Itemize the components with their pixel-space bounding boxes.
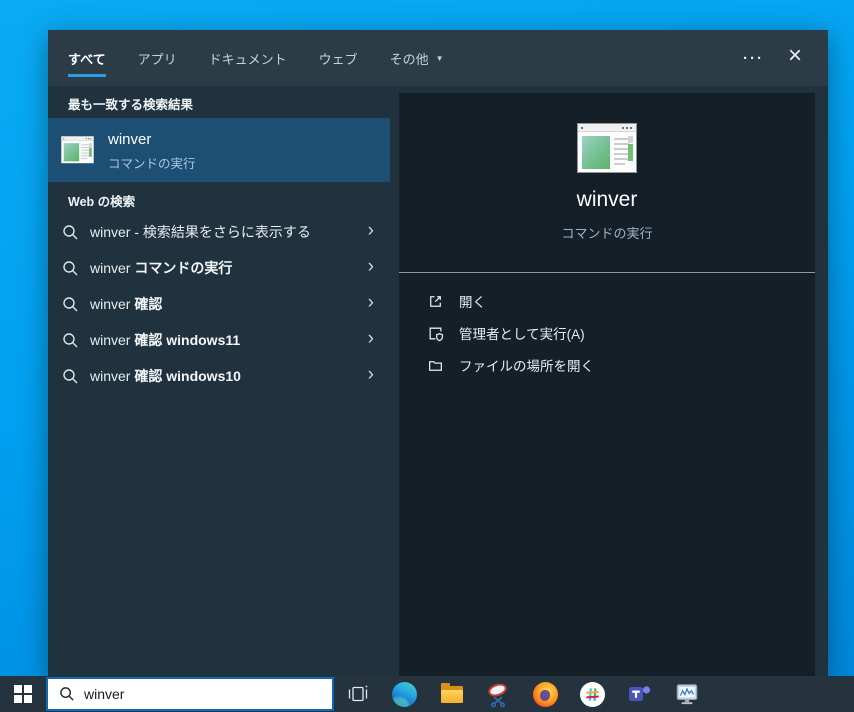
web-search-suggestions: winver - 検索結果をさらに表示する › winver コマンドの実行 ›… xyxy=(48,214,390,394)
chevron-right-icon[interactable]: › xyxy=(368,257,374,279)
search-icon xyxy=(63,296,78,311)
search-icon xyxy=(63,260,78,275)
preview-subtitle: コマンドの実行 xyxy=(561,226,653,241)
search-icon xyxy=(63,332,78,347)
tab-apps[interactable]: アプリ xyxy=(138,30,177,86)
suggestion-row[interactable]: winver 確認 windows11 › xyxy=(48,322,390,358)
snipping-tool-icon xyxy=(486,681,512,707)
tab-all-label: すべて xyxy=(68,51,106,67)
edge-icon xyxy=(392,681,417,707)
result-subtitle: コマンドの実行 xyxy=(108,157,196,171)
file-explorer-icon xyxy=(439,682,465,706)
desktop: すべて アプリ ドキュメント ウェブ その他 ▼ ··· × 最も一致する検索結… xyxy=(0,0,854,712)
preview-actions: 開く 管理者として実行(A) ファイルの場所を開く xyxy=(399,285,815,381)
suggestion-row[interactable]: winver コマンドの実行 › xyxy=(48,250,390,286)
teams-icon xyxy=(627,682,653,706)
tab-documents-label: ドキュメント xyxy=(208,51,287,67)
firefox-icon xyxy=(533,681,558,707)
start-button[interactable] xyxy=(0,676,46,712)
suggestion-text: winver 確認 windows10 xyxy=(90,368,241,384)
taskbar-search-input[interactable] xyxy=(84,686,304,702)
search-filter-tabs: すべて アプリ ドキュメント ウェブ その他 ▼ xyxy=(68,30,444,86)
taskbar xyxy=(0,676,854,712)
suggestion-row[interactable]: winver 確認 › xyxy=(48,286,390,322)
run-as-admin-icon xyxy=(429,327,444,341)
search-icon xyxy=(63,224,78,239)
task-manager-icon xyxy=(676,684,697,705)
taskbar-item-teams[interactable] xyxy=(616,676,663,712)
result-title: winver xyxy=(108,131,152,148)
action-run-as-admin[interactable]: 管理者として実行(A) xyxy=(399,317,815,349)
suggestion-text: winver - 検索結果をさらに表示する xyxy=(90,224,311,240)
open-icon xyxy=(430,295,441,307)
taskbar-search-box[interactable] xyxy=(46,677,334,711)
search-filter-bar: すべて アプリ ドキュメント ウェブ その他 ▼ ··· × xyxy=(48,30,828,86)
preview-pane: winver コマンドの実行 開く 管理者として実行(A) ファイルの場所を開く xyxy=(399,93,815,676)
taskbar-item-snipping-tool[interactable] xyxy=(475,676,522,712)
action-open-label: 開く xyxy=(459,295,486,310)
winver-app-icon-large xyxy=(577,123,637,173)
close-icon[interactable]: × xyxy=(786,44,804,72)
chevron-right-icon[interactable]: › xyxy=(368,329,374,351)
suggestion-row[interactable]: winver - 検索結果をさらに表示する › xyxy=(48,214,390,250)
task-view-icon xyxy=(348,685,367,702)
tab-apps-label: アプリ xyxy=(137,51,177,67)
taskbar-item-task-manager[interactable] xyxy=(663,676,710,712)
chevron-right-icon[interactable]: › xyxy=(368,365,374,387)
preview-title: winver xyxy=(576,188,638,211)
suggestion-text: winver 確認 xyxy=(90,296,163,312)
tab-more-label: その他 xyxy=(389,51,429,67)
chevron-right-icon[interactable]: › xyxy=(368,293,374,315)
taskbar-item-firefox[interactable] xyxy=(522,676,569,712)
tab-more[interactable]: その他 ▼ xyxy=(390,30,444,86)
tab-web[interactable]: ウェブ xyxy=(319,30,358,86)
taskbar-item-slack[interactable] xyxy=(569,676,616,712)
best-match-result-winver[interactable]: winver コマンドの実行 xyxy=(48,118,390,182)
best-match-section-title: 最も一致する検索結果 xyxy=(68,98,194,112)
suggestion-row[interactable]: winver 確認 windows10 › xyxy=(48,358,390,394)
tab-documents[interactable]: ドキュメント xyxy=(209,30,287,86)
action-open-file-location-label: ファイルの場所を開く xyxy=(459,359,594,374)
open-file-location-icon xyxy=(429,360,442,371)
search-icon xyxy=(63,368,78,383)
suggestion-text: winver 確認 windows11 xyxy=(90,332,241,348)
action-open[interactable]: 開く xyxy=(399,285,815,317)
slack-icon xyxy=(580,681,605,707)
action-open-file-location[interactable]: ファイルの場所を開く xyxy=(399,349,815,381)
more-options-icon[interactable]: ··· xyxy=(741,47,766,70)
suggestion-text: winver コマンドの実行 xyxy=(90,260,233,276)
tab-web-label: ウェブ xyxy=(318,51,358,67)
search-flyout: すべて アプリ ドキュメント ウェブ その他 ▼ ··· × 最も一致する検索結… xyxy=(48,30,828,676)
tab-all[interactable]: すべて xyxy=(68,30,106,86)
winver-app-icon xyxy=(61,136,95,165)
search-icon xyxy=(60,687,74,701)
taskbar-icons xyxy=(334,676,710,712)
taskbar-item-edge[interactable] xyxy=(381,676,428,712)
task-view-button[interactable] xyxy=(334,676,381,712)
taskbar-item-file-explorer[interactable] xyxy=(428,676,475,712)
chevron-right-icon[interactable]: › xyxy=(368,221,374,243)
web-search-section-title: Web の検索 xyxy=(68,195,136,209)
action-run-as-admin-label: 管理者として実行(A) xyxy=(459,327,585,342)
divider xyxy=(399,272,815,273)
chevron-down-icon: ▼ xyxy=(435,53,444,63)
windows-logo-icon xyxy=(14,685,32,703)
